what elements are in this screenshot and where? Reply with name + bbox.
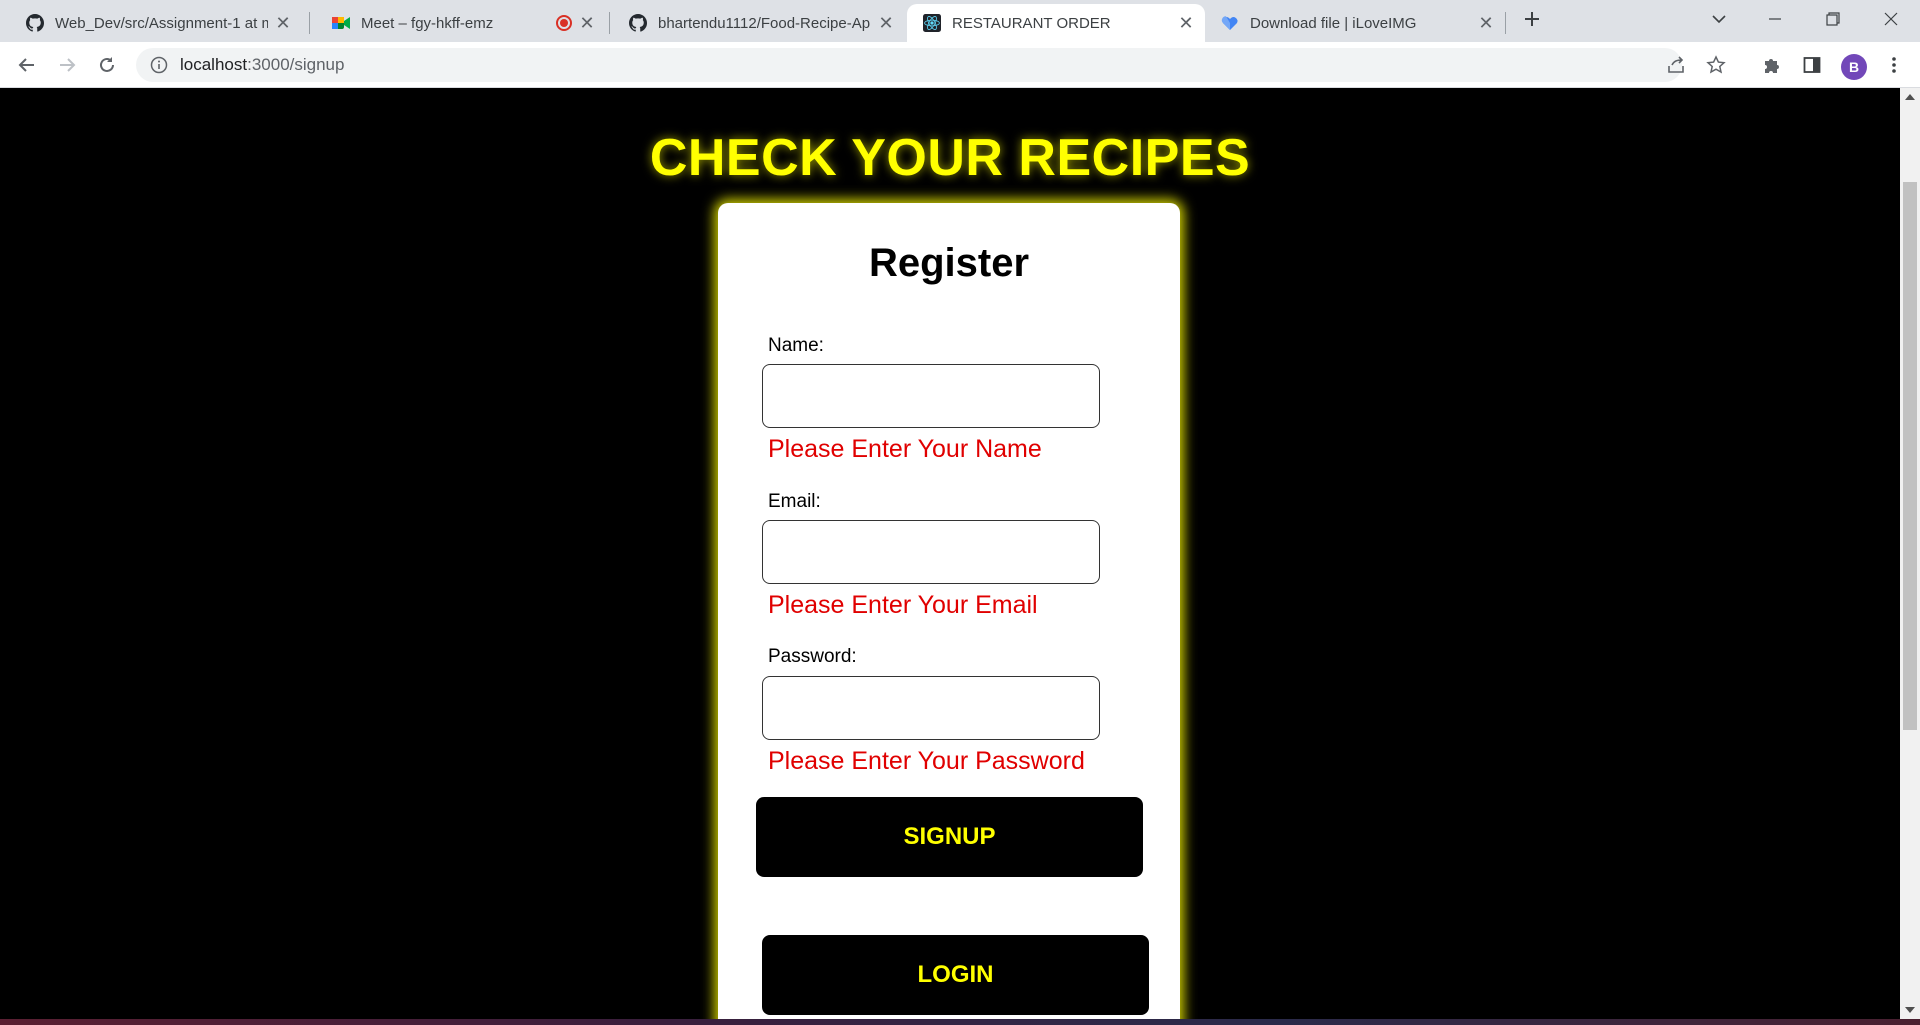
page-viewport: CHECK YOUR RECIPES Register Name: Please… [0, 88, 1900, 1019]
close-icon[interactable]: ✕ [578, 14, 596, 32]
vertical-scrollbar[interactable] [1900, 88, 1920, 1019]
tab-iloveimg[interactable]: Download file | iLoveIMG ✕ [1205, 4, 1505, 42]
recording-icon [556, 15, 572, 31]
or-divider-text: or [936, 855, 962, 883]
tab-title: Meet – fgy-hkff-emz [361, 14, 494, 32]
tab-title: bhartendu1112/Food-Recipe-App [658, 14, 871, 32]
back-button[interactable] [12, 50, 42, 80]
close-icon[interactable]: ✕ [1177, 14, 1195, 32]
url-host: localhost [180, 55, 248, 74]
share-icon[interactable] [1664, 53, 1688, 77]
taskbar-edge [0, 1019, 1920, 1025]
scrollbar-thumb[interactable] [1903, 182, 1917, 730]
tab-title: Download file | iLoveIMG [1250, 14, 1417, 32]
profile-avatar[interactable]: B [1841, 54, 1867, 80]
password-input[interactable] [762, 676, 1100, 740]
restore-button[interactable] [1806, 0, 1860, 38]
tab-divider [609, 12, 610, 34]
extensions-puzzle-icon[interactable] [1760, 53, 1784, 77]
register-card: Register Name: Please Enter Your Name Em… [718, 203, 1180, 1019]
address-bar[interactable]: localhost:3000/signup [136, 48, 1726, 82]
reload-icon [100, 57, 114, 72]
name-error: Please Enter Your Name [768, 435, 1042, 463]
email-error: Please Enter Your Email [768, 591, 1038, 619]
react-icon [923, 14, 941, 32]
tab-restaurant-order[interactable]: RESTAURANT ORDER ✕ [907, 4, 1205, 42]
tab-divider [309, 12, 310, 34]
close-icon[interactable]: ✕ [274, 14, 292, 32]
arrow-right-icon [60, 58, 76, 72]
page-heading: CHECK YOUR RECIPES [649, 129, 1251, 187]
email-input[interactable] [762, 520, 1100, 584]
close-window-button[interactable] [1864, 0, 1918, 38]
arrow-left-icon [18, 58, 34, 72]
form-title: Register [868, 241, 1030, 285]
side-panel-icon[interactable] [1800, 53, 1824, 77]
tab-meet[interactable]: Meet – fgy-hkff-emz ✕ [316, 4, 606, 42]
close-icon[interactable]: ✕ [1477, 14, 1495, 32]
scroll-up-arrow-icon[interactable] [1905, 94, 1915, 100]
name-input[interactable] [762, 364, 1100, 428]
tab-web-dev[interactable]: Web_Dev/src/Assignment-1 at m ✕ [10, 4, 302, 42]
tab-search-button[interactable] [1692, 0, 1746, 38]
tab-title: Web_Dev/src/Assignment-1 at m [55, 14, 268, 32]
name-label: Name: [768, 335, 824, 356]
login-button[interactable]: LOGIN [762, 935, 1149, 1015]
url-path: :3000/signup [247, 55, 345, 74]
forward-button[interactable] [52, 50, 82, 80]
more-menu-icon[interactable] [1882, 53, 1906, 77]
new-tab-button[interactable] [1504, 0, 1560, 38]
scroll-down-arrow-icon[interactable] [1905, 1007, 1915, 1013]
password-error: Please Enter Your Password [768, 747, 1085, 775]
bookmark-star-icon[interactable] [1704, 53, 1728, 77]
tab-title: RESTAURANT ORDER [952, 14, 1111, 32]
github-icon [26, 14, 44, 32]
close-icon[interactable]: ✕ [877, 14, 895, 32]
google-meet-icon [332, 14, 350, 32]
info-icon[interactable] [150, 56, 168, 74]
browser-tab-strip: Web_Dev/src/Assignment-1 at m ✕ Meet – f… [0, 0, 1920, 42]
ilovemg-heart-icon [1221, 14, 1239, 32]
reload-button[interactable] [92, 50, 122, 80]
browser-toolbar: localhost:3000/signup B [0, 42, 1920, 88]
tab-food-recipe-app[interactable]: bhartendu1112/Food-Recipe-App ✕ [613, 4, 905, 42]
password-label: Password: [768, 646, 857, 667]
minimize-button[interactable] [1748, 0, 1802, 38]
github-icon [629, 14, 647, 32]
email-label: Email: [768, 491, 821, 512]
